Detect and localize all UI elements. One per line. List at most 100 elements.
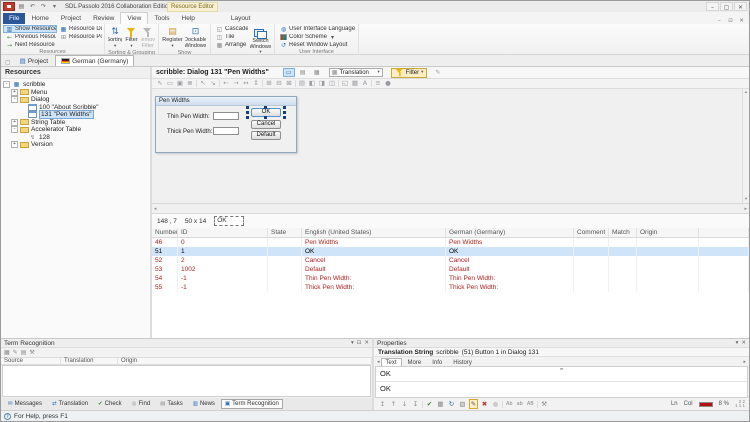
tab-project[interactable]: Project (55, 13, 87, 24)
tree-item-dialog-131[interactable]: 131 "Pen Widths" (1, 110, 150, 120)
tree-item-menu[interactable]: + Menu (1, 88, 150, 97)
table-row[interactable]: 54 -1 Thin Pen Width: Thin Pen Width: (152, 274, 749, 283)
column-header-id[interactable]: ID (178, 228, 268, 237)
tab-check[interactable]: ✔ Check (94, 399, 126, 409)
show-resource-button[interactable]: ▥ Show Resource (3, 25, 57, 33)
grid-view-icon[interactable]: ▦ (311, 68, 323, 77)
term-column-origin[interactable]: Origin (118, 358, 372, 365)
tab-help[interactable]: Help (176, 13, 201, 24)
table-row[interactable]: 55 -1 Thick Pen Width: Thick Pen Width: (152, 283, 749, 292)
filter-ribbon-button[interactable]: Filter ▾ (123, 25, 139, 50)
tab-find[interactable]: ◎ Find (128, 399, 154, 409)
expander-icon[interactable]: - (11, 96, 18, 104)
scroll-up-icon[interactable]: ▴ (745, 90, 747, 95)
editor-tool-icon-6[interactable]: ↘ (208, 79, 218, 88)
reject-translation-icon[interactable]: ✖ (480, 400, 489, 408)
arrange-icons-button[interactable]: ▦ Arrange Icons (213, 41, 249, 49)
tab-text[interactable]: Text (380, 358, 402, 366)
view-mode-select[interactable]: ▦ Translation ▾ (328, 68, 383, 77)
cascade-button[interactable]: ◱ Cascade (213, 25, 249, 33)
control-text-field[interactable]: OK (214, 216, 245, 226)
editor-tool-icon-8[interactable]: → (231, 79, 241, 88)
save-icon[interactable]: ▤ (17, 3, 26, 10)
tree-item-accelerator-table[interactable]: - Accelerator Table (1, 126, 150, 134)
confirm-translation-icon[interactable]: ✔ (425, 400, 434, 408)
tab-history[interactable]: History (448, 358, 477, 366)
preview-default-button[interactable]: Default (251, 131, 281, 140)
tree-item-dialog[interactable]: - Dialog (1, 96, 150, 104)
term-column-source[interactable]: Source (1, 358, 61, 365)
close-button[interactable]: ✕ (734, 2, 747, 11)
resource-display-button[interactable]: ▦ Resource Display ▾ (57, 25, 103, 33)
pen-widths-dialog-preview[interactable]: Pen Widths Thin Pen Width: Thick Pen Wid… (155, 96, 297, 153)
settings-wrench-icon[interactable]: ⚒ (540, 400, 549, 408)
scroll-left-icon[interactable]: ◂ (154, 206, 157, 212)
tab-tools[interactable]: Tools (148, 13, 175, 24)
uppercase-tool-icon[interactable]: AB (526, 401, 535, 407)
column-header-match[interactable]: Match (609, 228, 637, 237)
column-header-german[interactable]: German (Germany) (446, 228, 574, 237)
qat-customize-icon[interactable]: ▾ (50, 3, 59, 10)
mark-review-icon[interactable]: ● (491, 400, 500, 408)
maximize-button[interactable]: ▢ (720, 2, 733, 11)
column-header-english[interactable]: English (United States) (302, 228, 446, 237)
preview-horizontal-scrollbar[interactable]: ◂ ▸ (152, 203, 749, 214)
editor-tool-icon-15[interactable]: ◧ (307, 79, 317, 88)
editor-tool-icon-1[interactable]: ⇖ (155, 79, 165, 88)
switch-windows-button[interactable]: Switch Windows ▾ (249, 25, 272, 57)
tab-more[interactable]: More (403, 358, 427, 366)
doc-minimize-icon[interactable]: – (715, 18, 724, 24)
tree-item-scribble[interactable]: - ▦ scribble (1, 81, 150, 89)
remove-filter-button[interactable]: Remove Filter (140, 25, 156, 50)
thick-pen-width-label[interactable]: Thick Pen Width: (167, 129, 212, 135)
tab-view[interactable]: View (120, 12, 149, 24)
goto-last-string-icon[interactable]: ↧ (411, 400, 420, 408)
preview-cancel-button[interactable]: Cancel (251, 120, 281, 129)
tab-file[interactable]: File (3, 13, 26, 24)
translation-text-field[interactable]: OK (376, 382, 747, 397)
th极in-pen-width-field[interactable] (213, 112, 239, 120)
string-list-header[interactable]: Number ID State English (United States) … (152, 228, 749, 238)
expander-icon[interactable]: - (3, 81, 10, 89)
lowercase-tool-icon[interactable]: ab (516, 401, 524, 407)
next-resource-button[interactable]: → Next Resource (3, 41, 57, 49)
app-icon[interactable] (3, 2, 15, 11)
thin-pen-width-label[interactable]: Thin Pen Width: (167, 114, 210, 120)
editor-tool-icon-18[interactable]: ◱ (340, 79, 350, 88)
tab-info[interactable]: Info (427, 358, 447, 366)
previous-resource-button[interactable]: ← Previous Resource (3, 33, 57, 41)
column-header-comment[interactable]: Comment (574, 228, 609, 237)
expander-icon[interactable]: + (11, 88, 18, 96)
concordance-icon[interactable]: ▦ (436, 400, 445, 408)
tab-home[interactable]: Home (25, 13, 54, 24)
previous-string-icon[interactable]: ↑ (389, 400, 398, 408)
term-edit-icon[interactable]: ✎ (13, 349, 18, 356)
tab-translation[interactable]: ⇄ Translation (48, 399, 92, 409)
next-string-icon[interactable]: ↓ (400, 400, 409, 408)
edit-layout-icon[interactable]: ✎ (435, 69, 440, 76)
editor-tool-icon-20[interactable]: A (360, 79, 370, 88)
term-list-header[interactable]: Source Translation Origin (1, 357, 372, 365)
tabs-scroll-left-icon[interactable]: ◂ (377, 358, 380, 366)
editor-tool-icon-22[interactable]: ● (383, 79, 393, 88)
tab-review[interactable]: Review (87, 13, 120, 24)
tab-layout[interactable]: Layout (225, 13, 257, 24)
editor-tool-icon-7[interactable]: ← (221, 79, 231, 88)
table-row[interactable]: 53 1002 Default Default (152, 265, 749, 274)
editor-tool-icon-14[interactable]: ▤ (297, 79, 307, 88)
editor-filter-button[interactable]: Filter ▾ (390, 67, 428, 78)
tab-messages[interactable]: ✉ Messages (4, 399, 46, 409)
ui-language-button[interactable]: ◍ User Interface Language (277, 25, 356, 33)
preview-ok-button[interactable]: OK (251, 108, 281, 117)
tab-tasks[interactable]: ▤ Tasks (156, 399, 187, 409)
sorting-button[interactable]: ⇅ Sorting ▾ (107, 25, 123, 50)
redo-icon[interactable]: ↷ (39, 3, 48, 10)
editor-tool-icon-11[interactable]: ⊞ (264, 79, 274, 88)
editor-tool-icon-19[interactable]: ▦ (350, 79, 360, 88)
minimize-button[interactable]: – (706, 2, 719, 11)
column-header-number[interactable]: Number (152, 228, 178, 237)
color-scheme-button[interactable]: Color Scheme ▾ (277, 33, 356, 41)
column-header-origin[interactable]: Origin (637, 228, 699, 237)
thick-pen-width-field[interactable] (213, 127, 239, 135)
tree-item-version[interactable]: + Version (1, 141, 150, 149)
